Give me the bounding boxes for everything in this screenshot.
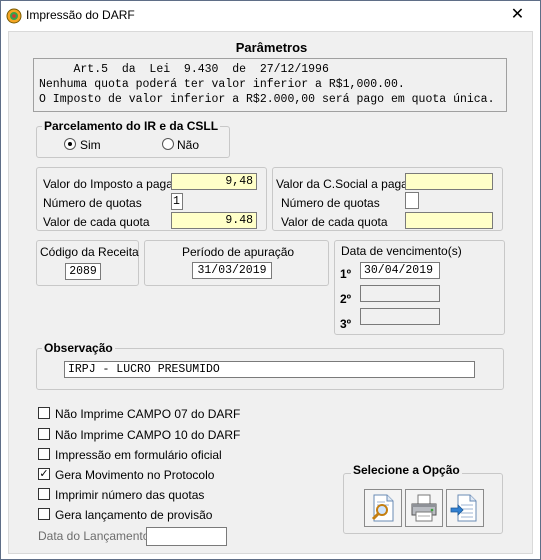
notice-line: Nenhuma quota poderá ter valor inferior … xyxy=(39,78,405,91)
vencimento-date-2[interactable] xyxy=(360,285,440,302)
nao-imprime-campo10-checkbox[interactable] xyxy=(38,428,50,440)
print-button[interactable] xyxy=(405,489,443,527)
imposto-valor-label: Valor do Imposto a pagar xyxy=(43,177,177,191)
notice-line: Art.5 da Lei 9.430 de 27/12/1996 xyxy=(39,63,329,76)
observacao-title: Observação xyxy=(42,341,115,355)
periodo-field[interactable]: 31/03/2019 xyxy=(192,262,272,279)
formulario-oficial-label[interactable]: Impressão em formulário oficial xyxy=(55,448,222,462)
nao-imprime-campo07-label[interactable]: Não Imprime CAMPO 07 do DARF xyxy=(55,407,240,421)
darf-print-window: Impressão do DARF ✕ Parâmetros Art.5 da … xyxy=(0,0,541,560)
formulario-oficial-checkbox[interactable] xyxy=(38,448,50,460)
export-button[interactable] xyxy=(446,489,484,527)
vencimento-label: Data de vencimento(s) xyxy=(341,244,462,258)
codigo-receita-label: Código da Receita xyxy=(40,245,139,259)
export-document-icon xyxy=(450,494,477,522)
parcelamento-title: Parcelamento do IR e da CSLL xyxy=(42,119,221,133)
close-button[interactable]: ✕ xyxy=(495,1,540,30)
nao-imprime-campo07-checkbox[interactable] xyxy=(38,407,50,419)
csocial-cada-label: Valor de cada quota xyxy=(281,215,388,229)
csocial-quotas-label: Número de quotas xyxy=(281,196,380,210)
gera-movimento-checkbox[interactable]: ✓ xyxy=(38,468,50,480)
legal-notice-box: Art.5 da Lei 9.430 de 27/12/1996 Nenhuma … xyxy=(33,58,507,112)
vencimento-ord-3: 3º xyxy=(340,317,352,331)
imposto-quotas-label: Número de quotas xyxy=(43,196,142,210)
lancamento-provisao-label[interactable]: Gera lançamento de provisão xyxy=(55,508,212,522)
observacao-field[interactable]: IRPJ - LUCRO PRESUMIDO xyxy=(64,361,475,378)
printer-icon xyxy=(411,494,437,522)
data-lancamento-label: Data do Lançamento: xyxy=(38,529,153,543)
vencimento-ord-1: 1º xyxy=(340,267,352,281)
parcelamento-sim-label[interactable]: Sim xyxy=(80,138,101,152)
csocial-valor-field[interactable] xyxy=(405,173,493,190)
notice-line: O Imposto de valor inferior a R$2.000,00… xyxy=(39,93,495,106)
dialog-body: Parâmetros Art.5 da Lei 9.430 de 27/12/1… xyxy=(8,31,533,554)
title-bar: Impressão do DARF ✕ xyxy=(1,1,540,31)
csocial-quotas-field[interactable] xyxy=(405,192,419,209)
gera-movimento-label[interactable]: Gera Movimento no Protocolo xyxy=(55,468,214,482)
imposto-cada-label: Valor de cada quota xyxy=(43,215,150,229)
imposto-quotas-field[interactable]: 1 xyxy=(171,193,183,210)
csocial-valor-label: Valor da C.Social a pagar xyxy=(276,177,412,191)
vencimento-date-1[interactable]: 30/04/2019 xyxy=(360,262,440,279)
close-icon: ✕ xyxy=(510,6,525,23)
preview-icon xyxy=(371,494,394,522)
periodo-label: Período de apuração xyxy=(182,245,295,259)
imprimir-quotas-label[interactable]: Imprimir número das quotas xyxy=(55,488,204,502)
selecione-title: Selecione a Opção xyxy=(351,463,462,477)
parametros-title: Parâmetros xyxy=(235,40,308,55)
vencimento-ord-2: 2º xyxy=(340,292,352,306)
csocial-cada-field[interactable] xyxy=(405,212,493,229)
parcelamento-sim-radio[interactable] xyxy=(64,138,76,150)
lancamento-provisao-checkbox[interactable] xyxy=(38,508,50,520)
data-lancamento-field[interactable] xyxy=(146,527,227,546)
codigo-receita-field[interactable]: 2089 xyxy=(65,263,101,280)
imposto-valor-field[interactable]: 9,48 xyxy=(171,173,257,190)
parcelamento-nao-label[interactable]: Não xyxy=(177,138,199,152)
imposto-cada-field[interactable]: 9.48 xyxy=(171,212,257,229)
window-title: Impressão do DARF xyxy=(26,8,135,22)
nao-imprime-campo10-label[interactable]: Não Imprime CAMPO 10 do DARF xyxy=(55,428,240,442)
app-icon xyxy=(6,8,22,24)
imprimir-quotas-checkbox[interactable] xyxy=(38,488,50,500)
preview-button[interactable] xyxy=(364,489,402,527)
parcelamento-nao-radio[interactable] xyxy=(162,138,174,150)
vencimento-date-3[interactable] xyxy=(360,308,440,325)
